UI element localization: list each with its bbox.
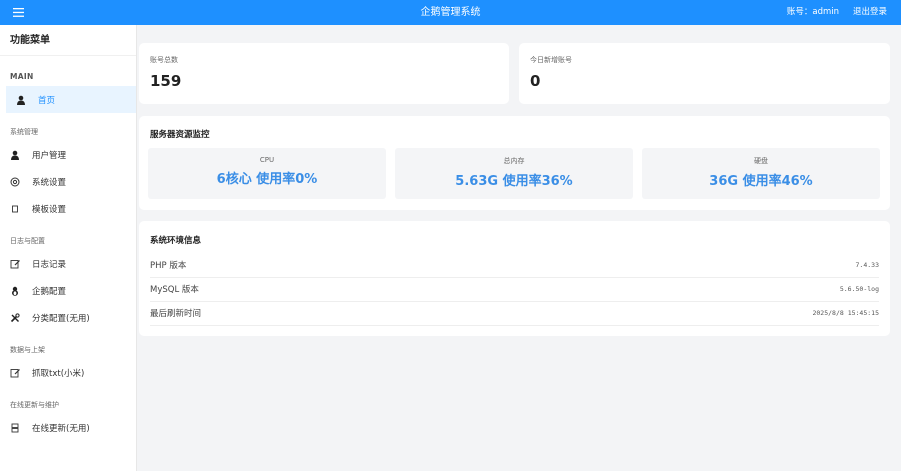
section-online-update: 在线更新与维护 xyxy=(10,401,59,409)
sidebar-item-label: 日志记录 xyxy=(32,259,67,270)
sidebar-item-label: 用户管理 xyxy=(32,150,67,161)
env-key: PHP 版本 xyxy=(150,261,187,271)
sidebar-item-template-settings[interactable]: 模板设置 xyxy=(0,195,136,222)
total-accounts-card: 账号总数 159 xyxy=(139,43,509,104)
section-data-listing: 数据与上架 xyxy=(10,346,45,354)
sidebar-item-penguin-config[interactable]: 企鹅配置 xyxy=(0,277,136,304)
sidebar-item-label: 在线更新(无用) xyxy=(32,423,90,434)
sidebar-item-label: 模板设置 xyxy=(32,204,67,215)
cpu-stat: CPU 6核心 使用率0% xyxy=(148,148,386,199)
memory-label: 总内存 xyxy=(503,157,525,165)
disk-stat: 硬盘 36G 使用率46% xyxy=(642,148,880,199)
total-accounts-label: 账号总数 xyxy=(150,56,178,64)
sidebar-title: 功能菜单 xyxy=(0,25,136,56)
env-value: 5.6.50-log xyxy=(839,285,879,293)
sidebar-item-label: 抓取txt(小米) xyxy=(32,368,85,379)
new-accounts-today-label: 今日新增账号 xyxy=(530,56,572,64)
sidebar-item-home[interactable]: 首页 xyxy=(6,86,136,113)
gear-icon xyxy=(10,177,32,187)
sidebar-item-system-settings[interactable]: 系统设置 xyxy=(0,168,136,195)
top-navbar: 企鹅管理系统 账号：admin 退出登录 xyxy=(0,0,901,25)
cpu-value: 6核心 使用率0% xyxy=(216,172,318,187)
system-env-card: 系统环境信息 PHP 版本 7.4.33 MySQL 版本 5.6.50-log… xyxy=(139,221,890,336)
tools-icon xyxy=(10,312,32,323)
user-icon xyxy=(10,150,32,160)
template-icon xyxy=(10,204,32,214)
env-key: MySQL 版本 xyxy=(150,285,199,295)
sidebar-item-log-records[interactable]: 日志记录 xyxy=(0,250,136,277)
section-main: MAIN xyxy=(10,72,34,81)
sidebar-item-online-update[interactable]: 在线更新(无用) xyxy=(0,414,136,441)
sidebar-item-label: 分类配置(无用) xyxy=(32,313,90,324)
edit-icon xyxy=(10,368,32,378)
new-accounts-today-value: 0 xyxy=(530,72,541,90)
sidebar-item-label: 首页 xyxy=(38,95,56,106)
penguin-icon xyxy=(10,286,32,296)
system-env-title: 系统环境信息 xyxy=(150,236,202,246)
cpu-label: CPU xyxy=(259,156,275,164)
sidebar: 功能菜单 MAIN 首页 系统管理 用户管理 系统设置 模板设置 日志与配置 日… xyxy=(0,25,137,471)
disk-label: 硬盘 xyxy=(754,157,768,165)
account-label: 账号：admin xyxy=(786,7,839,17)
section-system: 系统管理 xyxy=(10,128,38,136)
env-row-mysql: MySQL 版本 5.6.50-log xyxy=(150,277,879,302)
logout-link[interactable]: 退出登录 xyxy=(853,0,887,25)
new-accounts-today-card: 今日新增账号 0 xyxy=(519,43,890,104)
env-value: 2025/8/8 15:45:15 xyxy=(812,309,879,317)
env-row-php: PHP 版本 7.4.33 xyxy=(150,253,879,278)
total-accounts-value: 159 xyxy=(150,72,182,90)
user-icon xyxy=(16,95,38,105)
env-key: 最后刷新时间 xyxy=(150,309,202,319)
env-row-last-refresh: 最后刷新时间 2025/8/8 15:45:15 xyxy=(150,301,879,326)
env-value: 7.4.33 xyxy=(855,261,879,269)
server-icon xyxy=(10,423,32,433)
edit-icon xyxy=(10,259,32,269)
memory-stat: 总内存 5.63G 使用率36% xyxy=(395,148,633,199)
server-monitor-title: 服务器资源监控 xyxy=(150,130,210,140)
sidebar-item-label: 企鹅配置 xyxy=(32,286,67,297)
sidebar-item-label: 系统设置 xyxy=(32,177,67,188)
sidebar-item-category-config[interactable]: 分类配置(无用) xyxy=(0,304,136,331)
app-title: 企鹅管理系统 xyxy=(420,7,481,18)
memory-value: 5.63G 使用率36% xyxy=(455,174,573,189)
section-logs-config: 日志与配置 xyxy=(10,237,45,245)
disk-value: 36G 使用率46% xyxy=(709,174,813,189)
sidebar-item-user-management[interactable]: 用户管理 xyxy=(0,141,136,168)
sidebar-item-fetch-txt[interactable]: 抓取txt(小米) xyxy=(0,359,136,386)
main-content: 账号总数 159 今日新增账号 0 服务器资源监控 CPU 6核心 使用率0% … xyxy=(137,25,901,471)
server-monitor-card: 服务器资源监控 CPU 6核心 使用率0% 总内存 5.63G 使用率36% 硬… xyxy=(139,116,890,210)
